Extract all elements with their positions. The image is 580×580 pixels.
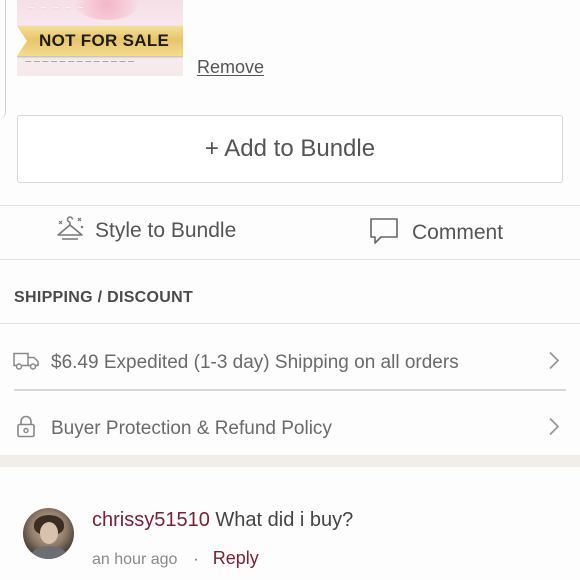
comment-text: What did i buy? xyxy=(215,509,354,531)
divider xyxy=(0,259,580,260)
shipping-text: $6.49 Expedited (1-3 day) Shipping on al… xyxy=(51,352,459,373)
buyer-protection-text: Buyer Protection & Refund Policy xyxy=(51,418,332,439)
remove-link[interactable]: Remove xyxy=(197,57,264,78)
left-panel-edge xyxy=(0,0,6,118)
comment-meta: an hour ago · Reply xyxy=(92,548,259,569)
comment-username[interactable]: chrissy51510 xyxy=(92,509,210,531)
comment-body: chrissy51510 What did i buy? xyxy=(92,509,353,532)
decorative-script: ~ ~ ~ ~ ~ xyxy=(27,3,86,13)
avatar[interactable] xyxy=(23,508,74,559)
section-title-shipping: SHIPPING / DISCOUNT xyxy=(14,289,194,306)
comment-label: Comment xyxy=(412,221,504,244)
not-for-sale-banner: NOT FOR SALE xyxy=(17,26,183,56)
hanger-sparkle-icon xyxy=(55,214,85,249)
bundle-item-thumbnail[interactable]: ~ ~ ~ ~ ~ NOT FOR SALE — — — — — — — — —… xyxy=(17,0,183,76)
divider xyxy=(14,389,566,391)
comment-button[interactable]: Comment xyxy=(369,214,503,252)
buyer-protection-row[interactable]: Buyer Protection & Refund Policy xyxy=(0,399,580,459)
lock-icon xyxy=(16,415,36,444)
banner-text: NOT FOR SALE xyxy=(39,31,170,50)
chevron-right-icon xyxy=(548,417,560,442)
speech-bubble-icon xyxy=(369,216,399,251)
style-to-bundle-label: Style to Bundle xyxy=(95,219,237,242)
divider xyxy=(0,323,580,324)
style-to-bundle-button[interactable]: Style to Bundle xyxy=(55,212,236,250)
section-separator xyxy=(0,455,580,467)
shipping-row[interactable]: $6.49 Expedited (1-3 day) Shipping on al… xyxy=(0,333,580,393)
divider xyxy=(0,205,580,206)
fine-print-graphic: — — — — — — — — — — — — — xyxy=(25,57,135,65)
chevron-right-icon xyxy=(548,351,560,376)
reply-link[interactable]: Reply xyxy=(213,548,259,568)
comment-timestamp: an hour ago xyxy=(92,551,178,568)
add-to-bundle-button[interactable]: + Add to Bundle xyxy=(17,115,563,183)
truck-icon xyxy=(13,351,39,376)
meta-separator: · xyxy=(193,551,199,568)
